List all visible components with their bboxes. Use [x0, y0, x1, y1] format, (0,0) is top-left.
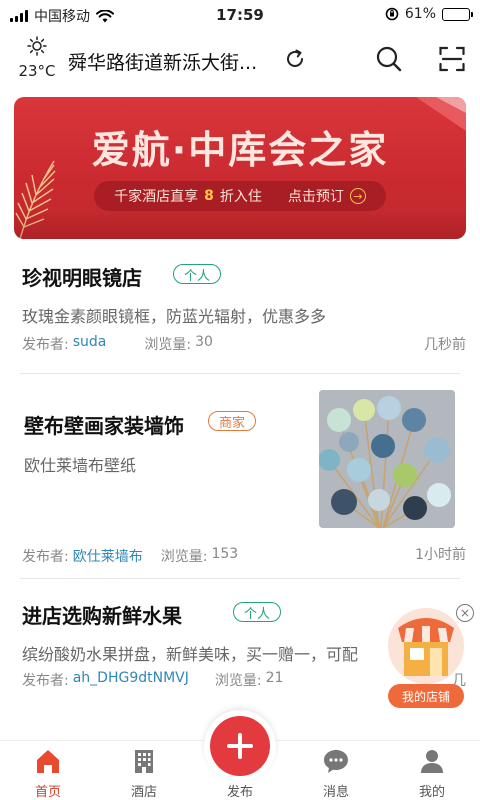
- divider: [20, 578, 460, 579]
- views-label: 浏览量:: [160, 549, 208, 565]
- tab-label: 我的: [418, 785, 445, 800]
- tab-label: 发布: [226, 785, 253, 800]
- views-label: 浏览量:: [214, 673, 262, 689]
- tab-messages[interactable]: 消息: [288, 741, 384, 800]
- views-label: 浏览量:: [144, 337, 192, 353]
- feed-item[interactable]: 珍视明眼镜店 个人 玫瑰金素颜眼镜框，防蓝光辐射，优惠多多 发布者: suda …: [0, 250, 480, 374]
- plus-icon: [227, 733, 253, 759]
- shop-icon: [388, 608, 464, 684]
- views-count: 30: [195, 334, 213, 350]
- pill-discount: 8: [204, 188, 214, 204]
- divider: [20, 373, 460, 374]
- publisher-label: 发布者:: [22, 549, 69, 565]
- merchant-tag: 商家: [208, 411, 257, 431]
- item-description: 欧仕莱墙布壁纸: [24, 456, 137, 475]
- temperature: 23°C: [18, 62, 56, 80]
- close-icon[interactable]: ×: [456, 604, 474, 622]
- orientation-lock-icon: [385, 7, 399, 21]
- weather-widget[interactable]: 23°C: [14, 36, 60, 80]
- pill-prefix: 千家酒店直享: [114, 189, 199, 205]
- item-title: 珍视明眼镜店: [22, 266, 142, 290]
- pill-action: 点击预订: [287, 189, 344, 205]
- search-icon[interactable]: [375, 45, 403, 73]
- item-time: 1小时前: [415, 547, 466, 563]
- publisher-link[interactable]: 欧仕莱墙布: [73, 546, 143, 566]
- banner-title: 爱航·中库会之家: [91, 128, 389, 172]
- battery-percent: 61%: [404, 6, 436, 22]
- hotel-banner[interactable]: 爱航·中库会之家 千家酒店直享 8 折入住 点击预订 →: [14, 97, 466, 239]
- wall-art-image: [319, 390, 455, 528]
- tab-home[interactable]: 首页: [0, 741, 96, 800]
- personal-tag: 个人: [233, 602, 282, 622]
- tab-hotel[interactable]: 酒店: [96, 741, 192, 800]
- publisher-link[interactable]: suda: [73, 334, 107, 354]
- location-name[interactable]: 舜华路街道新泺大街...: [68, 48, 257, 75]
- item-description: 缤纷酸奶水果拼盘，新鲜美味，买一赠一，可配: [22, 645, 359, 664]
- publish-button-circle: [210, 716, 270, 776]
- item-title: 进店选购新鲜水果: [22, 604, 182, 628]
- banner-building-silhouette: [14, 209, 466, 239]
- wall-art-thumbnail[interactable]: [319, 390, 455, 528]
- arrow-right-icon: →: [349, 188, 366, 204]
- item-title: 壁布壁画家装墙饰: [24, 414, 184, 438]
- item-description: 玫瑰金素颜眼镜框，防蓝光辐射，优惠多多: [22, 307, 327, 326]
- publisher-link[interactable]: ah_DHG9dtNMVJ: [73, 670, 189, 690]
- battery-icon: [442, 7, 473, 21]
- hotel-icon: [135, 750, 153, 773]
- status-right: 61%: [385, 6, 473, 22]
- personal-tag: 个人: [173, 264, 222, 284]
- tab-label: 消息: [322, 785, 349, 800]
- message-icon: [324, 750, 348, 773]
- scan-icon[interactable]: [439, 46, 465, 72]
- tab-label: 酒店: [130, 785, 157, 800]
- my-shop-label[interactable]: 我的店铺: [388, 684, 464, 708]
- profile-icon: [421, 750, 443, 773]
- item-meta: 发布者: suda 浏览量: 30: [22, 334, 213, 354]
- banner-promo-pill[interactable]: 千家酒店直享 8 折入住 点击预订 →: [94, 181, 386, 211]
- refresh-icon[interactable]: [283, 47, 307, 71]
- item-meta: 发布者: ah_DHG9dtNMVJ 浏览量: 21: [22, 670, 283, 690]
- feed-item[interactable]: 壁布壁画家装墙饰 商家 欧仕莱墙布壁纸 发布者: 欧仕莱墙布 浏览量: 153 …: [0, 378, 480, 579]
- pill-suffix: 折入住: [219, 189, 262, 205]
- sun-icon: [27, 36, 47, 56]
- publish-button[interactable]: [204, 710, 276, 782]
- location-header: 23°C 舜华路街道新泺大街...: [0, 32, 480, 92]
- item-time: 几秒前: [424, 337, 466, 353]
- item-meta: 发布者: 欧仕莱墙布 浏览量: 153: [22, 546, 238, 566]
- home-icon: [37, 750, 59, 773]
- publisher-label: 发布者:: [22, 673, 69, 689]
- views-count: 153: [211, 546, 239, 562]
- tab-profile[interactable]: 我的: [384, 741, 480, 800]
- views-count: 21: [265, 670, 284, 686]
- publisher-label: 发布者:: [22, 337, 69, 353]
- tab-label: 首页: [34, 785, 61, 800]
- status-bar: 中国移动 17:59 61%: [0, 0, 480, 32]
